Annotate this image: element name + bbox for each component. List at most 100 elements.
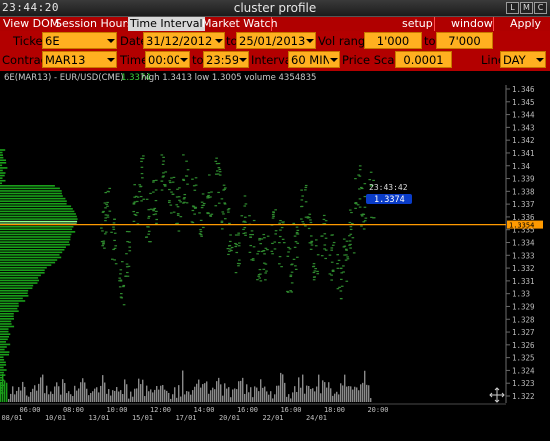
date-to-field[interactable]: 25/01/2013	[236, 32, 316, 49]
volume-bar	[58, 386, 60, 402]
volume-bar	[322, 380, 324, 402]
price-cluster-mark	[214, 160, 218, 162]
price-cluster-mark	[259, 280, 263, 282]
vol-to-field[interactable]: 7'000	[436, 32, 493, 49]
chevron-down-icon[interactable]	[179, 52, 189, 67]
volume-bar	[22, 381, 24, 402]
volume-bar	[340, 383, 342, 402]
volume-bar	[364, 370, 366, 402]
chevron-down-icon[interactable]	[106, 52, 116, 67]
volume-profile-bar	[0, 272, 45, 274]
line-field[interactable]: DAY	[500, 51, 546, 68]
price-cluster-mark	[296, 229, 300, 231]
price-cluster-mark	[300, 218, 303, 220]
price-cluster-mark	[221, 211, 225, 213]
chevron-down-icon[interactable]	[106, 33, 116, 48]
price-tick-label: 1.327	[512, 328, 535, 337]
volume-bar	[0, 381, 2, 402]
chevron-down-icon[interactable]	[329, 52, 339, 67]
volume-bar	[190, 394, 192, 402]
price-cluster-mark	[312, 271, 316, 274]
vol-from-field[interactable]: 1'000	[364, 32, 422, 49]
price-cluster-mark	[126, 271, 129, 274]
ticker-field[interactable]: 6E	[42, 32, 117, 49]
price-cluster-mark	[272, 215, 275, 217]
price-cluster-mark	[215, 157, 218, 159]
volume-profile-bar	[0, 218, 78, 220]
volume-bar	[302, 374, 304, 402]
window-button-c[interactable]: C	[534, 2, 547, 14]
time-from-field[interactable]: 00:00	[145, 51, 190, 68]
window-button-m[interactable]: M	[520, 2, 533, 14]
price-cluster-mark	[162, 156, 165, 158]
menu-time-interval[interactable]: Time Interval	[128, 17, 205, 31]
menu-window[interactable]: window	[449, 17, 495, 31]
volume-bar	[350, 386, 352, 402]
price-cluster-mark	[358, 198, 362, 200]
toolbar: Ticker 6E Date 31/12/2012 to 25/01/2013 …	[0, 31, 550, 71]
interval-field[interactable]: 60 MIN	[288, 51, 340, 68]
volume-bar	[184, 394, 186, 402]
price-cluster-mark	[348, 235, 351, 237]
volume-bar	[346, 386, 348, 402]
price-cluster-mark	[113, 259, 116, 261]
volume-bar	[254, 386, 256, 402]
volume-bar	[232, 389, 234, 402]
volume-bar	[118, 391, 120, 402]
time-to-field[interactable]: 23:59	[203, 51, 249, 68]
menu-apply[interactable]: Apply	[508, 17, 543, 31]
menu-session-hours[interactable]: Session Hours	[53, 17, 135, 31]
menu-setup[interactable]: setup	[400, 17, 435, 31]
volume-profile-bar	[0, 169, 3, 172]
volume-bar	[86, 388, 88, 402]
price-cluster-mark	[328, 254, 332, 256]
volume-bar	[94, 388, 96, 402]
volume-bar	[10, 393, 12, 402]
volume-bar	[300, 387, 302, 402]
price-cluster-mark	[330, 274, 333, 276]
chevron-down-icon[interactable]	[305, 33, 315, 48]
price-cluster-mark	[218, 171, 222, 173]
symbol-label: 6E(MAR13) - EUR/USD(CME)	[4, 73, 124, 83]
price-tick-label: 1.324	[512, 366, 535, 375]
volume-bar	[252, 397, 254, 402]
chart-area[interactable]: 1.346 1.345 1.344 1.343 1.342 1.341 1.34 1.339 1…	[0, 71, 550, 437]
price-tick-label: 1.344	[512, 111, 535, 120]
volume-bar	[72, 396, 74, 402]
price-cluster-mark	[372, 217, 376, 219]
date-from-field[interactable]: 31/12/2012	[143, 32, 225, 49]
chevron-down-icon[interactable]	[535, 52, 545, 67]
volume-bar	[34, 385, 36, 402]
volume-profile-bar	[0, 366, 4, 369]
chevron-down-icon[interactable]	[214, 33, 224, 48]
price-cluster-mark	[310, 244, 314, 246]
price-cluster-mark	[114, 245, 118, 247]
price-cluster-mark	[330, 234, 334, 236]
price-cluster-mark	[313, 270, 317, 272]
volume-profile-bar	[0, 356, 4, 359]
volume-bar	[228, 387, 230, 402]
volume-bar	[154, 389, 156, 402]
volume-bar	[360, 384, 362, 402]
volume-bar	[166, 390, 168, 402]
price-cluster-mark	[139, 185, 143, 187]
high-low-volume: high 1.3413 low 1.3005 volume 4354835	[141, 73, 317, 83]
volume-profile-bar	[0, 172, 6, 174]
price-cluster-mark	[363, 206, 367, 208]
price-scale-field[interactable]: 0.0001	[395, 51, 452, 68]
volume-bar	[162, 385, 164, 402]
chevron-down-icon[interactable]	[238, 52, 248, 67]
volume-bar	[76, 390, 78, 402]
window-button-l[interactable]: L	[506, 2, 519, 14]
price-cluster-mark	[147, 230, 151, 232]
horizontal-line-label: 1.3354	[509, 222, 534, 230]
volume-profile-bar	[0, 190, 62, 192]
price-cluster-mark	[210, 191, 213, 193]
volume-bar	[276, 385, 278, 402]
contract-field[interactable]: MAR13	[42, 51, 117, 68]
menu-market-watch[interactable]: Market Watch	[200, 17, 280, 31]
volume-profile-bar	[0, 295, 29, 297]
price-cluster-mark	[360, 187, 364, 190]
volume-bar	[216, 381, 218, 402]
price-cluster-mark	[160, 189, 164, 191]
